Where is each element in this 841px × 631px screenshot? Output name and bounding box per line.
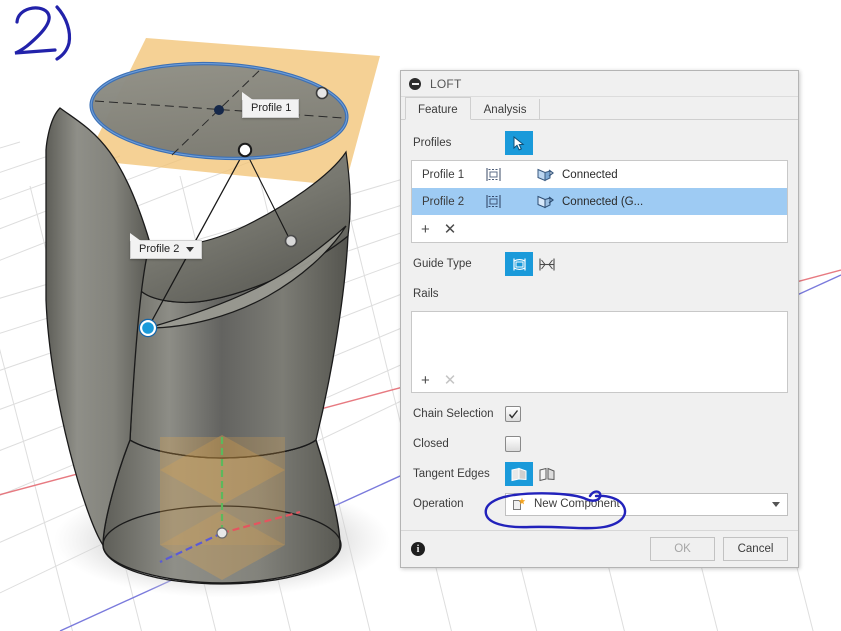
- merge-tangent-faces-icon: [511, 467, 527, 481]
- tab-feature-label: Feature: [418, 104, 458, 116]
- rails-guide-icon: [512, 258, 526, 270]
- operation-dropdown[interactable]: New Component: [505, 492, 788, 516]
- connector-point-top: [237, 142, 253, 158]
- chain-selection-checkbox[interactable]: [505, 406, 521, 422]
- profiles-row-2-status: Connected (G...: [562, 195, 644, 208]
- profiles-listbox[interactable]: Profile 1 Connected Profile 2 Connected …: [411, 160, 788, 243]
- remove-profile-button[interactable]: ✕: [444, 222, 457, 237]
- application-window: Profile 1 Profile 2 2) LOFT Feature: [0, 0, 841, 631]
- operation-value: New Component: [534, 498, 620, 510]
- dialog-body: Profiles Profile 1 Connected Profile 2 C…: [401, 120, 798, 523]
- viewport-label-profile-2-text: Profile 2: [139, 243, 180, 255]
- rails-row: Rails: [411, 279, 788, 309]
- profiles-row: Profiles: [411, 128, 788, 158]
- rails-listbox[interactable]: + ✕: [411, 311, 788, 393]
- operation-label: Operation: [413, 498, 464, 510]
- checkmark-icon: [508, 409, 518, 419]
- guide-type-label: Guide Type: [413, 258, 472, 270]
- add-profile-button[interactable]: +: [421, 222, 430, 237]
- tab-analysis-label: Analysis: [483, 104, 527, 116]
- select-arrow-icon: [513, 135, 525, 150]
- profile-icon: [484, 193, 536, 210]
- connected-icon: [536, 195, 562, 209]
- chevron-down-icon[interactable]: [186, 247, 195, 252]
- label-tail: [242, 92, 253, 100]
- cancel-button-label: Cancel: [737, 543, 774, 555]
- tangent-edges-label: Tangent Edges: [413, 468, 490, 480]
- profiles-list-actions: + ✕: [412, 215, 787, 242]
- chain-selection-label: Chain Selection: [413, 408, 494, 420]
- minus-circle-icon[interactable]: [409, 77, 421, 90]
- dialog-tabs: Feature Analysis: [401, 97, 798, 120]
- chevron-down-icon[interactable]: [772, 501, 780, 507]
- dialog-footer: i OK Cancel: [401, 530, 798, 567]
- operation-row: Operation New Component: [411, 489, 788, 523]
- profiles-row-1-name: Profile 1: [422, 168, 465, 181]
- tab-divider: [539, 99, 541, 119]
- profiles-select-button[interactable]: [505, 131, 533, 155]
- tangent-edges-merge-button[interactable]: [505, 462, 533, 486]
- profiles-row-1[interactable]: Profile 1 Connected: [412, 161, 787, 188]
- rails-list-actions: + ✕: [421, 373, 456, 388]
- chain-selection-row: Chain Selection: [411, 399, 788, 429]
- loft-dialog: LOFT Feature Analysis Profiles Profile 1…: [400, 70, 799, 568]
- closed-checkbox[interactable]: [505, 436, 521, 452]
- info-icon[interactable]: i: [411, 542, 425, 556]
- profiles-row-1-status: Connected: [562, 168, 618, 181]
- closed-row: Closed: [411, 429, 788, 459]
- guide-type-centerline-button[interactable]: [533, 252, 561, 276]
- tab-analysis[interactable]: Analysis: [471, 97, 540, 119]
- connected-icon: [536, 168, 562, 182]
- ok-button[interactable]: OK: [650, 537, 715, 561]
- keep-tangent-faces-icon: [539, 467, 555, 481]
- profiles-label: Profiles: [413, 137, 452, 149]
- viewport-label-profile-1[interactable]: Profile 1: [242, 92, 300, 118]
- dialog-title-text: LOFT: [430, 76, 462, 91]
- dialog-title-bar[interactable]: LOFT: [401, 71, 798, 97]
- centerline-guide-icon: [539, 258, 555, 270]
- cancel-button[interactable]: Cancel: [723, 537, 788, 561]
- profiles-row-2[interactable]: Profile 2 Connected (G...: [412, 188, 787, 215]
- profile-icon: [484, 166, 536, 183]
- ok-button-label: OK: [674, 543, 691, 555]
- viewport-label-profile-2[interactable]: Profile 2: [130, 233, 203, 259]
- label-tail: [130, 233, 141, 241]
- viewport-label-profile-1-text: Profile 1: [251, 102, 292, 114]
- add-rail-button[interactable]: +: [421, 373, 430, 388]
- rails-label: Rails: [413, 288, 439, 300]
- connector-point-mid: [284, 234, 298, 248]
- new-component-icon: [513, 497, 526, 510]
- guide-type-rails-button[interactable]: [505, 252, 533, 276]
- guide-type-row: Guide Type: [411, 249, 788, 279]
- tab-feature[interactable]: Feature: [405, 97, 471, 120]
- tangent-edges-keep-button[interactable]: [533, 462, 561, 486]
- remove-rail-button: ✕: [443, 372, 457, 389]
- profiles-row-2-name: Profile 2: [422, 195, 465, 208]
- tangent-edges-row: Tangent Edges: [411, 459, 788, 489]
- sketch-center-point: [214, 105, 224, 115]
- connector-point-top-right: [315, 86, 329, 100]
- closed-label: Closed: [413, 438, 449, 450]
